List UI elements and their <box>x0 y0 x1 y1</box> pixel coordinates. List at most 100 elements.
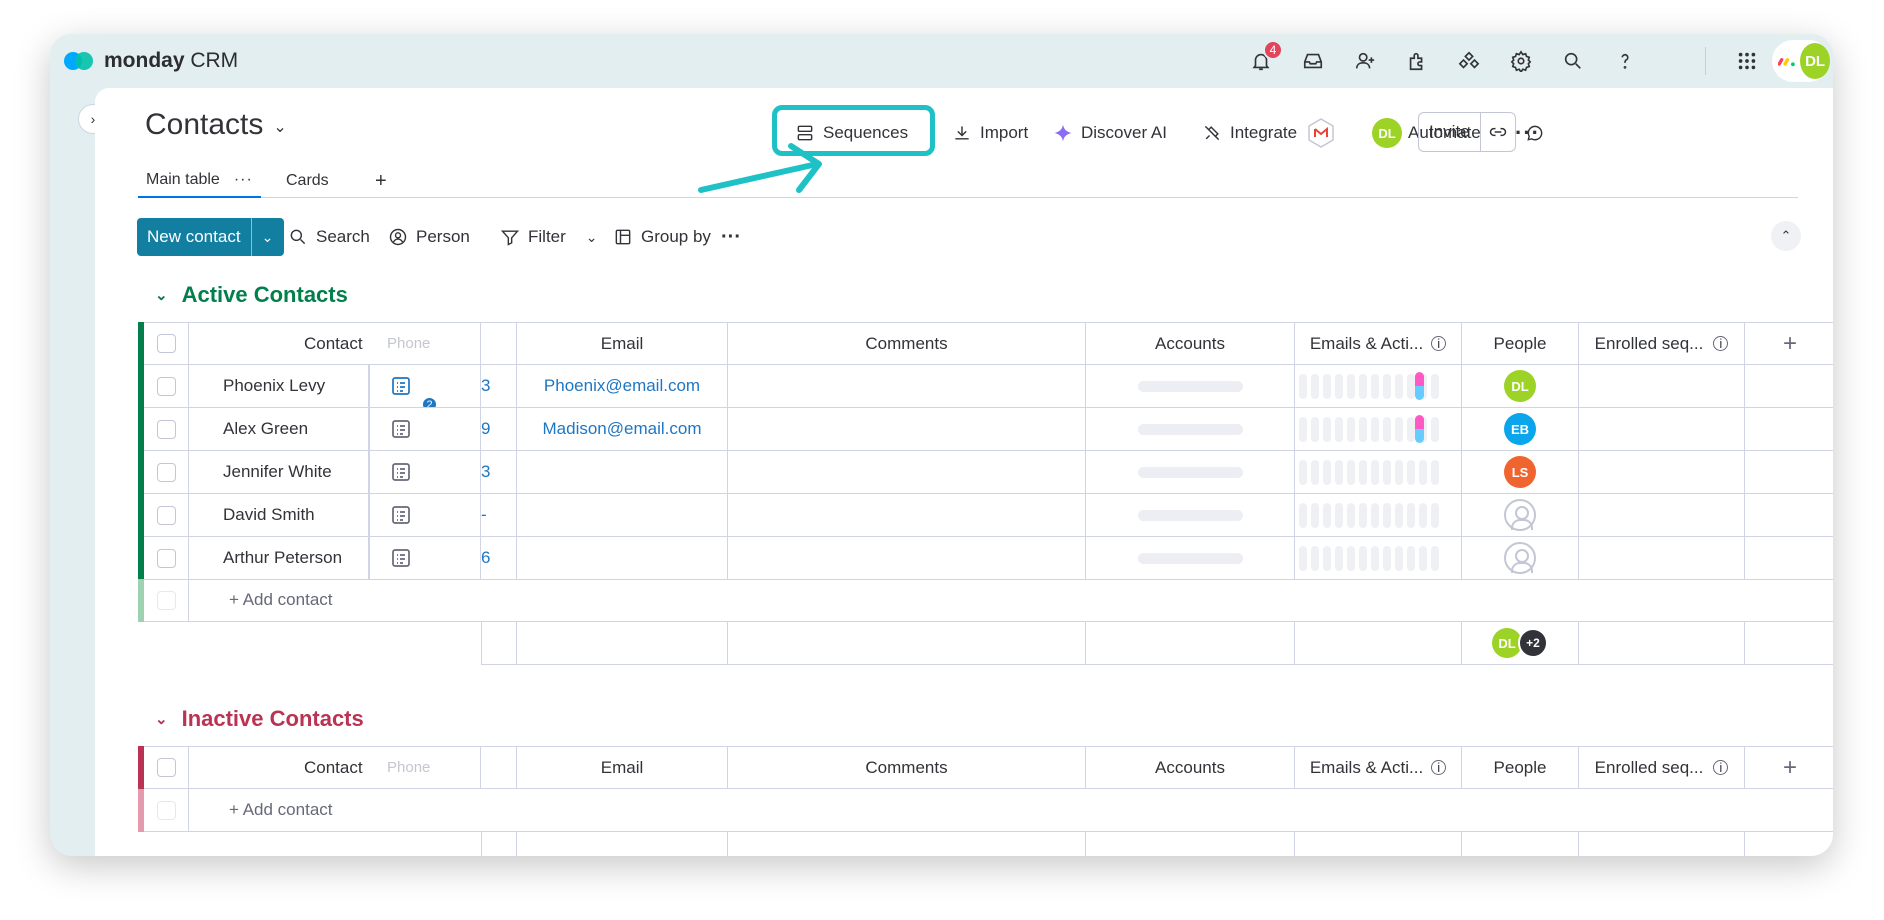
row-checkbox[interactable] <box>156 419 176 439</box>
email-link[interactable]: Madison@email.com <box>543 419 702 439</box>
row-checkbox[interactable] <box>156 462 176 482</box>
accounts-cell[interactable] <box>1086 494 1295 537</box>
account-menu[interactable]: DL <box>1772 40 1830 82</box>
tab-cards[interactable]: Cards <box>286 164 329 198</box>
column-header-emails-activities[interactable]: Emails & Acti... i <box>1295 746 1462 789</box>
filter-button[interactable]: Filter ⌄ <box>500 222 598 252</box>
notifications-bell-icon[interactable]: 4 <box>1246 40 1283 76</box>
more-controls-button[interactable]: ··· <box>721 222 741 252</box>
contact-name-cell[interactable]: David Smith <box>189 494 369 537</box>
info-icon[interactable]: i <box>1713 336 1729 351</box>
comments-cell[interactable] <box>728 365 1086 408</box>
email-cell[interactable]: Phoenix@email.com <box>517 365 728 408</box>
email-cell[interactable] <box>517 494 728 537</box>
column-header-enrolled[interactable]: Enrolled seq... i <box>1579 322 1745 365</box>
comments-cell[interactable] <box>728 451 1086 494</box>
phone-cell[interactable]: 6 <box>481 537 517 580</box>
phone-cell[interactable]: 3 <box>481 451 517 494</box>
search-icon[interactable] <box>1558 46 1588 76</box>
table-row[interactable]: Arthur Peterson 6 <box>138 537 1833 580</box>
column-header-comments[interactable]: Comments <box>728 746 1086 789</box>
item-updates-button[interactable] <box>369 408 481 451</box>
table-row[interactable]: David Smith - <box>138 494 1833 537</box>
accounts-cell[interactable] <box>1086 537 1295 580</box>
accounts-cell[interactable] <box>1086 408 1295 451</box>
emails-activities-cell[interactable] <box>1295 408 1462 451</box>
table-row[interactable]: Jennifer White 3 LS <box>138 451 1833 494</box>
emails-activities-cell[interactable] <box>1295 365 1462 408</box>
contact-name-cell[interactable]: Arthur Peterson <box>189 537 369 580</box>
add-column-button[interactable]: + <box>1745 746 1833 789</box>
emails-activities-cell[interactable] <box>1295 537 1462 580</box>
info-icon[interactable]: i <box>1431 760 1447 775</box>
column-header-email[interactable]: Email <box>517 322 728 365</box>
column-header-comments[interactable]: Comments <box>728 322 1086 365</box>
contact-name-cell[interactable]: Alex Green <box>189 408 369 451</box>
contact-name-cell[interactable]: Jennifer White <box>189 451 369 494</box>
invite-members-icon[interactable] <box>1350 46 1380 76</box>
email-cell[interactable]: Madison@email.com <box>517 408 728 451</box>
contact-name-cell[interactable]: Phoenix Levy <box>189 365 369 408</box>
logo[interactable]: monday CRM <box>64 49 238 73</box>
row-checkbox[interactable] <box>156 505 176 525</box>
add-contact-button[interactable]: + Add contact <box>189 579 1833 622</box>
column-header-phone[interactable] <box>481 746 517 789</box>
item-updates-button[interactable] <box>369 451 481 494</box>
row-checkbox[interactable] <box>156 548 176 568</box>
accounts-cell[interactable] <box>1086 451 1295 494</box>
column-header-phone[interactable] <box>481 322 517 365</box>
group-title-inactive[interactable]: ⌄ Inactive Contacts <box>155 706 364 732</box>
accounts-cell[interactable] <box>1086 365 1295 408</box>
select-all-checkbox[interactable] <box>156 758 176 777</box>
people-summary[interactable] <box>1462 832 1579 856</box>
tab-main-table[interactable]: Main table ··· <box>138 164 261 198</box>
board-owner-avatar[interactable]: DL <box>1372 118 1402 148</box>
table-row[interactable]: Phoenix Levy 2 3 Phoenix@email.com DL <box>138 365 1833 408</box>
group-title-active[interactable]: ⌄ Active Contacts <box>155 282 348 308</box>
enrolled-sequence-cell[interactable] <box>1579 537 1745 580</box>
email-cell[interactable] <box>517 451 728 494</box>
sequences-button[interactable]: Sequences <box>795 118 908 148</box>
search-button[interactable]: Search <box>288 222 370 252</box>
column-header-contact[interactable]: Contact Phone <box>189 746 481 789</box>
phone-cell[interactable]: 3 <box>481 365 517 408</box>
column-header-people[interactable]: People <box>1462 322 1579 365</box>
copy-link-button[interactable] <box>1481 113 1515 151</box>
add-view-button[interactable]: + <box>375 164 387 198</box>
app-switcher-grid-icon[interactable] <box>1732 46 1762 76</box>
item-updates-button[interactable] <box>369 494 481 537</box>
integrations-icon[interactable] <box>1454 46 1484 76</box>
chevron-down-icon[interactable]: ⌄ <box>586 229 598 246</box>
person-filter-button[interactable]: Person <box>388 222 470 252</box>
row-checkbox[interactable] <box>156 376 176 396</box>
info-icon[interactable]: i <box>1431 336 1447 351</box>
chevron-down-icon[interactable]: ⌄ <box>155 286 168 304</box>
comments-cell[interactable] <box>728 537 1086 580</box>
group-by-button[interactable]: Group by <box>613 222 711 252</box>
import-button[interactable]: Import <box>952 118 1028 148</box>
new-contact-dropdown[interactable]: ⌄ <box>252 218 284 256</box>
more-options-button[interactable]: ··· <box>1515 118 1540 148</box>
discover-ai-button[interactable]: Discover AI <box>1053 118 1167 148</box>
select-all-checkbox[interactable] <box>156 334 176 353</box>
settings-gear-icon[interactable] <box>1506 46 1536 76</box>
column-header-accounts[interactable]: Accounts <box>1086 322 1295 365</box>
enrolled-sequence-cell[interactable] <box>1579 494 1745 537</box>
enrolled-sequence-cell[interactable] <box>1579 408 1745 451</box>
column-header-accounts[interactable]: Accounts <box>1086 746 1295 789</box>
people-summary[interactable]: DL +2 <box>1462 622 1579 665</box>
add-column-button[interactable]: + <box>1745 322 1833 365</box>
enrolled-sequence-cell[interactable] <box>1579 365 1745 408</box>
comments-cell[interactable] <box>728 494 1086 537</box>
collapse-header-button[interactable]: ⌃ <box>1771 221 1801 251</box>
item-updates-button[interactable] <box>369 537 481 580</box>
comments-cell[interactable] <box>728 408 1086 451</box>
tab-options-icon[interactable]: ··· <box>234 171 253 189</box>
help-icon[interactable] <box>1610 46 1640 76</box>
table-row[interactable]: Alex Green 9 Madison@email.com EB <box>138 408 1833 451</box>
people-cell[interactable]: EB <box>1462 408 1579 451</box>
people-cell[interactable] <box>1462 537 1579 580</box>
people-cell[interactable]: DL <box>1462 365 1579 408</box>
invite-button[interactable]: Invite <box>1419 113 1481 151</box>
phone-cell[interactable]: - <box>481 494 517 537</box>
